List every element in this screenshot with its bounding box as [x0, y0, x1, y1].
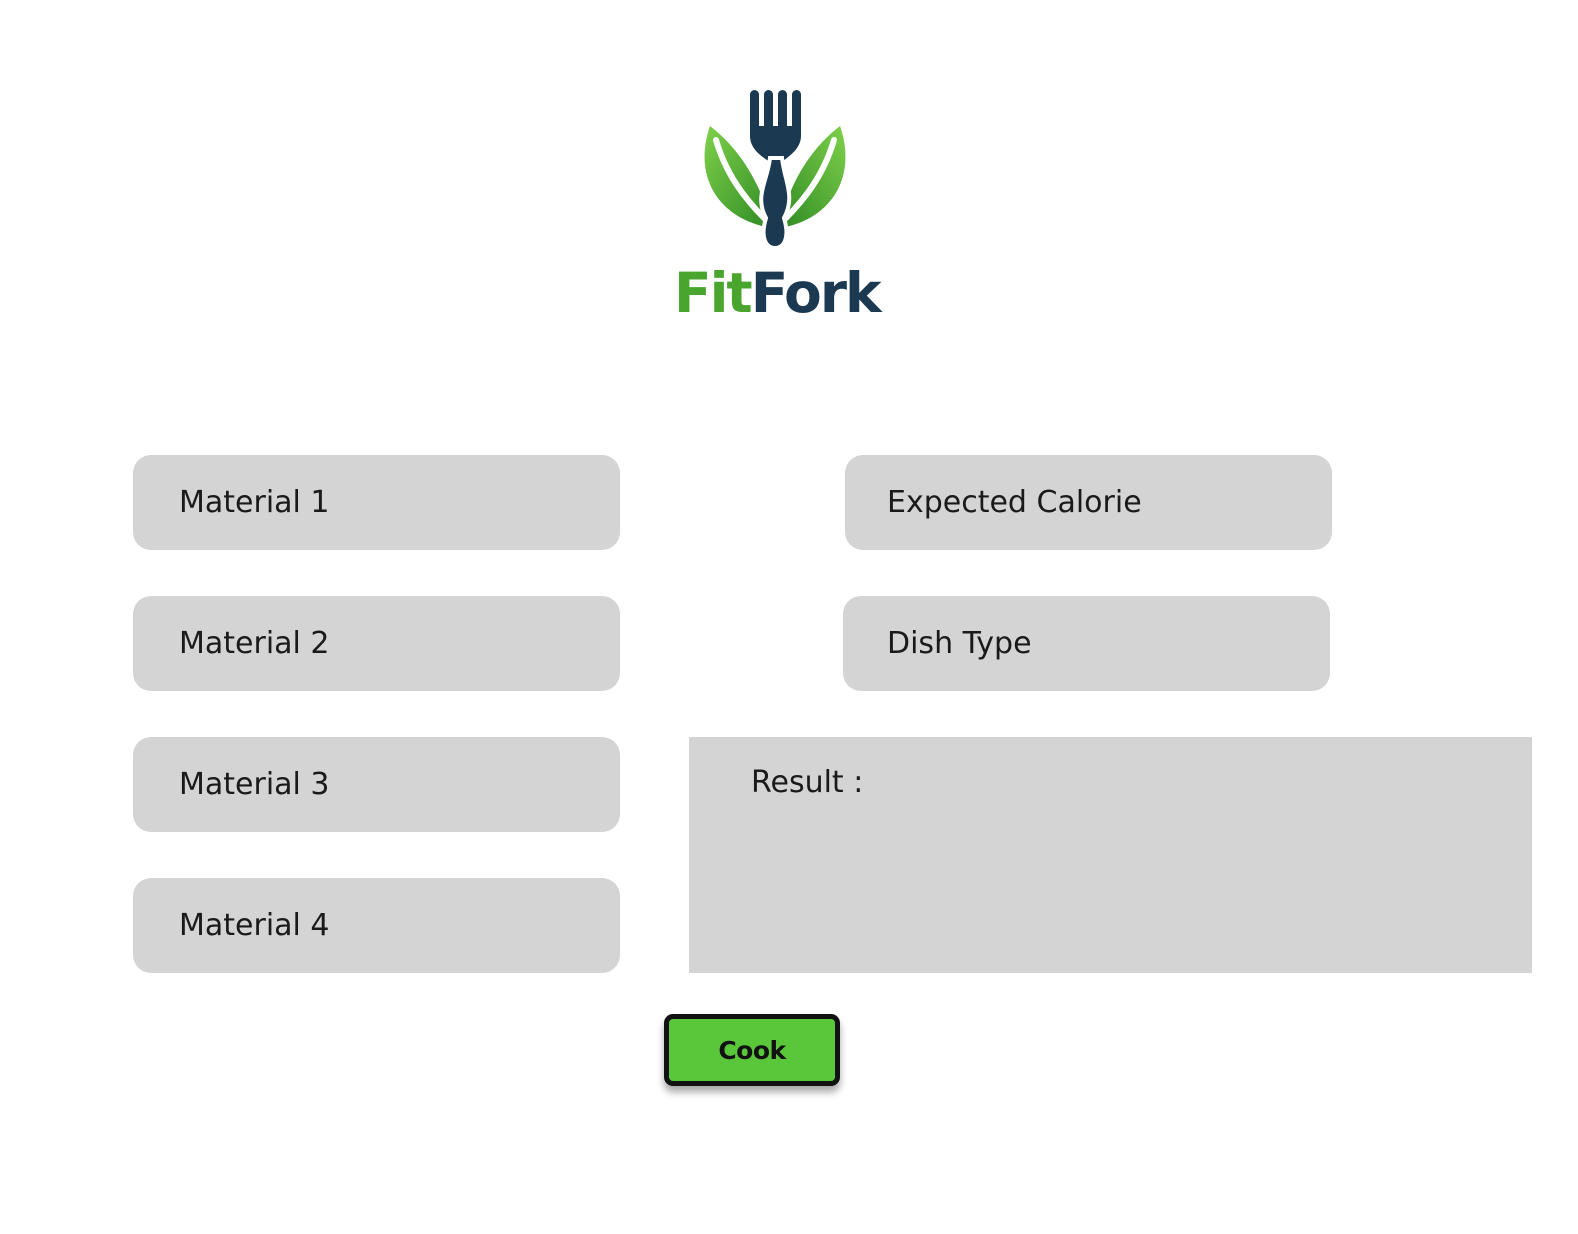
logo-word-fit: Fit	[674, 261, 753, 325]
dish-type-input[interactable]	[843, 596, 1330, 691]
expected-calorie-input[interactable]	[845, 455, 1332, 550]
fork-leaf-icon	[704, 90, 846, 251]
material-3-input[interactable]	[133, 737, 620, 832]
material-1-input[interactable]	[133, 455, 620, 550]
cook-button[interactable]: Cook	[664, 1014, 840, 1086]
material-4-input[interactable]	[133, 878, 620, 973]
logo-wordmark: FitFork	[674, 258, 882, 328]
result-label: Result :	[751, 765, 864, 800]
logo-word-fork: Fork	[750, 261, 882, 325]
material-2-input[interactable]	[133, 596, 620, 691]
fitfork-logo: FitFork	[660, 80, 904, 334]
result-panel: Result :	[689, 737, 1532, 973]
